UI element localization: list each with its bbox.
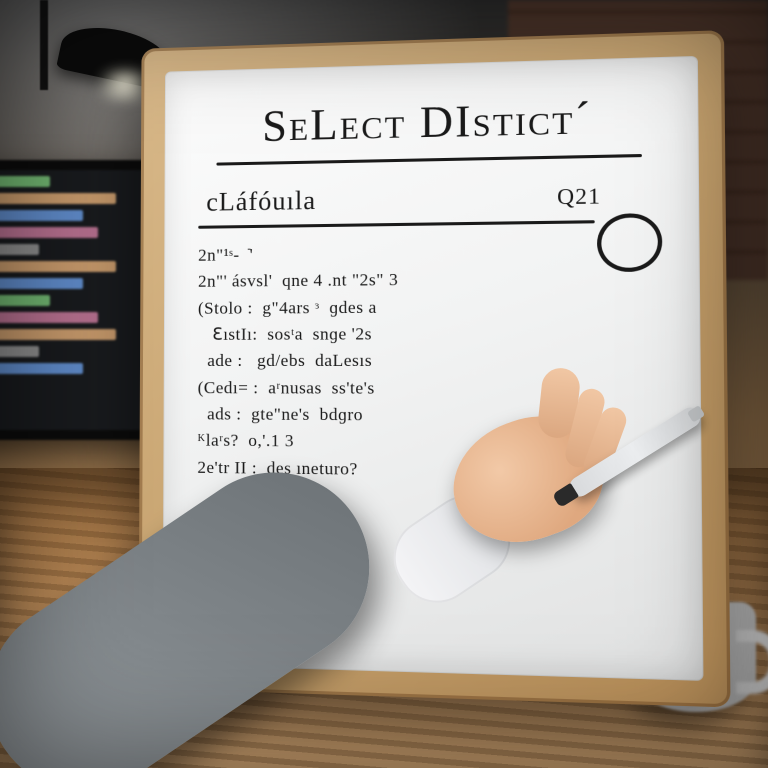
- board-line: (Stolo : g"4ars ᵌ ɡdes a: [198, 293, 557, 322]
- title-underline: [216, 154, 642, 166]
- board-line: ꜪıstIı: sosᵗa snɡe '2s: [198, 320, 557, 348]
- desk-lamp-arm: [40, 0, 48, 90]
- whiteboard-title: SeLect DIstıct´: [198, 90, 661, 153]
- board-line: 2n"¹ˢ- ֿ': [198, 238, 556, 269]
- whiteboard-code: Q21: [557, 183, 601, 211]
- board-line: ade : gd/ebs daLesıs: [198, 348, 557, 375]
- photo-scene: SeLect DIstıct´ cLáfóuıla Q21 2n"¹ˢ- ֿ' …: [0, 0, 768, 768]
- board-line: 2n"' ásvsl' qne 4 .nt "2s" 3: [198, 266, 557, 296]
- whiteboard-subtitle: cLáfóuıla: [206, 186, 316, 218]
- drawn-circle-icon: [593, 209, 666, 276]
- subtitle-underline: [198, 220, 594, 229]
- board-line: (Cedı= : aʳnusas ss'te's: [198, 375, 558, 403]
